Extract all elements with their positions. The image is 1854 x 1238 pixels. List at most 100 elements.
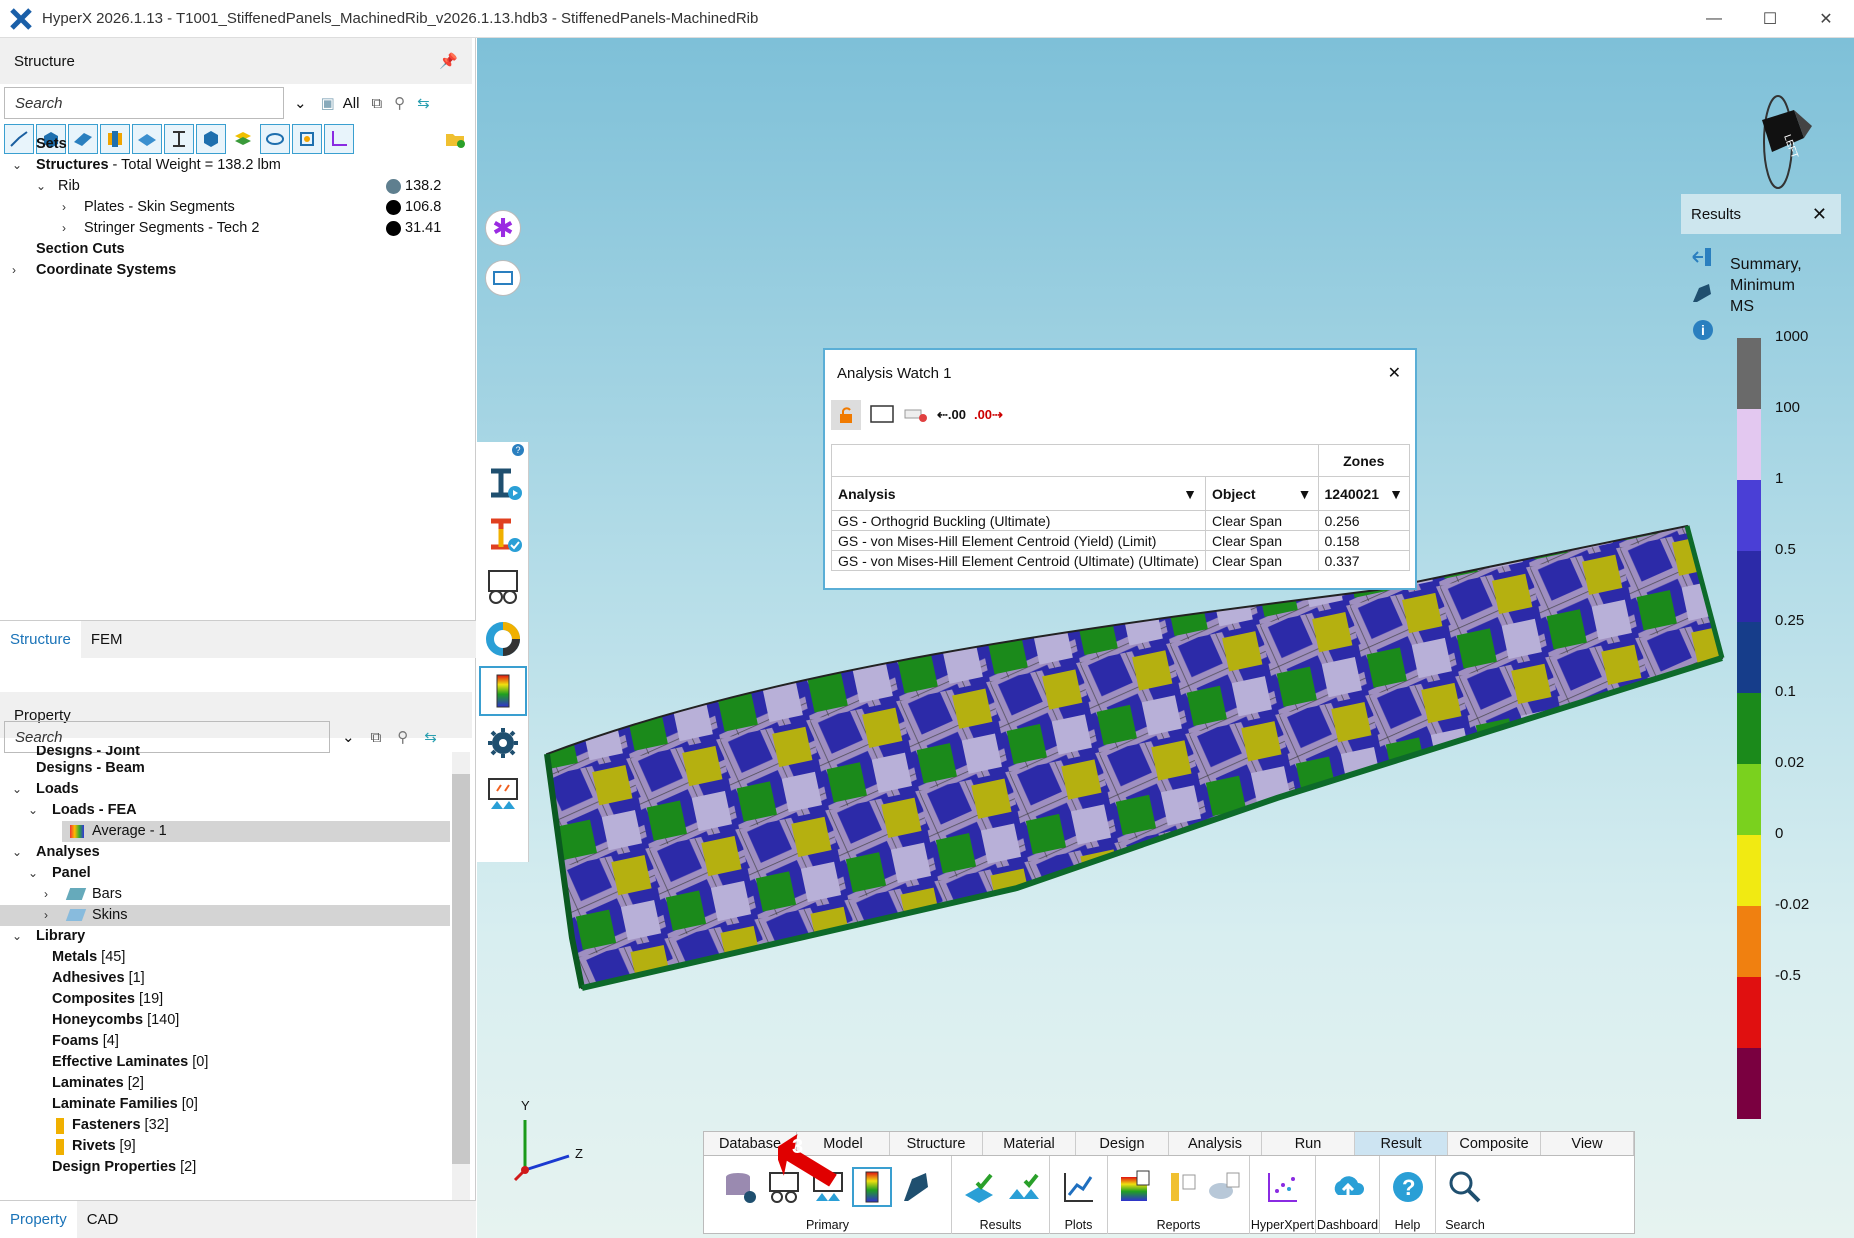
chevron-down-icon[interactable]: ⌄ — [294, 94, 307, 112]
chevron-down-icon[interactable]: ⌄ — [12, 155, 22, 176]
table-row[interactable]: GS - Orthogrid Buckling (Ultimate) Clear … — [831, 510, 1410, 531]
sync-icon[interactable]: ⇆ — [417, 94, 430, 112]
pen-tool-icon[interactable] — [1689, 280, 1715, 306]
tab-structure-ribbon[interactable]: Structure — [890, 1132, 983, 1155]
library-item-adhesives[interactable]: Adhesives [1] — [0, 968, 460, 989]
cloud-upload-icon[interactable] — [1328, 1167, 1368, 1207]
maximize-button[interactable]: ☐ — [1742, 0, 1798, 38]
library-item-laminates[interactable]: Laminates [2] — [0, 1073, 460, 1094]
column-zone[interactable]: 1240021 ▼ — [1317, 476, 1410, 511]
tree-item-structures[interactable]: ⌄ Structures - Total Weight = 138.2 lbm — [0, 155, 460, 176]
filter-icon[interactable]: ▼ — [1389, 486, 1403, 502]
tree-item-designs-beam[interactable]: Designs - Beam — [0, 758, 460, 779]
info-icon[interactable]: i — [1693, 320, 1713, 340]
group-label-reports: Reports — [1156, 1218, 1201, 1232]
library-item-fasteners[interactable]: Fasteners [32] — [0, 1115, 460, 1136]
tree-item-plates[interactable]: › Plates - Skin Segments 106.8 — [0, 197, 460, 218]
chevron-right-icon[interactable]: › — [62, 197, 66, 218]
sync-icon[interactable]: ⇆ — [424, 728, 437, 746]
tab-run[interactable]: Run — [1262, 1132, 1355, 1155]
tree-item-section-cuts[interactable]: Section Cuts — [0, 239, 460, 260]
tree-item-analyses[interactable]: ⌄ Analyses — [0, 842, 460, 863]
hierarchy-icon[interactable]: ⚲ — [397, 728, 408, 746]
filter-all-label[interactable]: All — [343, 95, 360, 112]
close-results-button[interactable]: ✕ — [1812, 204, 1827, 225]
model-viewport[interactable]: ✱ LEFT ? 1 2 — [477, 38, 1854, 1238]
database-settings-icon[interactable] — [720, 1167, 760, 1207]
library-item-effective-laminates[interactable]: Effective Laminates [0] — [0, 1052, 460, 1073]
tree-item-average[interactable]: Average - 1 — [62, 821, 450, 842]
select-window-icon[interactable] — [869, 402, 895, 428]
cube-filter-icon[interactable]: ▣ — [321, 94, 335, 112]
library-item-design-properties[interactable]: Design Properties [2] — [0, 1157, 460, 1178]
minimize-button[interactable]: — — [1686, 0, 1742, 38]
pin-icon[interactable]: 📌 — [439, 52, 458, 70]
tree-item-coordinate-systems[interactable]: › Coordinate Systems — [0, 260, 460, 281]
tree-item-sets[interactable]: Sets — [0, 134, 460, 155]
search-icon[interactable] — [1445, 1167, 1485, 1207]
collapse-arrow-icon[interactable] — [1691, 246, 1713, 268]
help-icon[interactable]: ? — [1388, 1167, 1428, 1207]
contour-legend-icon[interactable] — [851, 1167, 892, 1207]
tab-result[interactable]: Result — [1355, 1132, 1448, 1155]
joint-report-icon[interactable] — [1203, 1167, 1243, 1207]
library-item-metals[interactable]: Metals [45] — [0, 947, 460, 968]
legend-label: 0.25 — [1775, 612, 1805, 629]
filter-icon[interactable]: ▼ — [1298, 486, 1312, 502]
filter-icon[interactable]: ▼ — [1183, 486, 1197, 502]
close-watch-button[interactable]: ✕ — [1388, 363, 1401, 383]
column-object[interactable]: Object ▼ — [1204, 476, 1319, 511]
contour-report-icon[interactable] — [1115, 1167, 1155, 1207]
tree-item-panel[interactable]: ⌄ Panel — [0, 863, 460, 884]
close-window-button[interactable]: ✕ — [1798, 0, 1854, 38]
chevron-right-icon[interactable]: › — [12, 260, 16, 281]
tab-composite[interactable]: Composite — [1448, 1132, 1541, 1155]
tab-view[interactable]: View — [1541, 1132, 1634, 1155]
column-analysis[interactable]: Analysis ▼ — [831, 476, 1206, 511]
tree-item-designs-joint[interactable]: Designs - Joint — [0, 746, 460, 758]
structure-search-input[interactable]: Search — [4, 87, 284, 119]
tree-item-bars[interactable]: › Bars — [0, 884, 460, 905]
tree-item-skins[interactable]: › Skins — [0, 905, 450, 926]
line-plot-icon[interactable] — [1059, 1167, 1099, 1207]
chevron-down-icon[interactable]: ⌄ — [36, 176, 46, 197]
tab-analysis[interactable]: Analysis — [1169, 1132, 1262, 1155]
chevron-right-icon[interactable]: › — [62, 218, 66, 239]
remove-item-icon[interactable] — [903, 402, 929, 428]
library-item-laminate-families[interactable]: Laminate Families [0] — [0, 1094, 460, 1115]
tab-structure[interactable]: Structure — [0, 621, 81, 658]
results-compare-icon[interactable] — [1003, 1167, 1043, 1207]
collapse-all-icon[interactable]: ⧉ — [371, 729, 382, 746]
pen-tool-icon[interactable] — [896, 1167, 936, 1207]
library-item-foams[interactable]: Foams [4] — [0, 1031, 460, 1052]
tab-material[interactable]: Material — [983, 1132, 1076, 1155]
tab-property[interactable]: Property — [0, 1201, 77, 1238]
tree-item-rib[interactable]: ⌄ Rib 138.2 — [0, 176, 460, 197]
tree-item-library[interactable]: ⌄ Library — [0, 926, 460, 947]
unlock-icon[interactable] — [831, 400, 861, 430]
hierarchy-icon[interactable]: ⚲ — [394, 94, 405, 112]
scatter-plot-icon[interactable] — [1263, 1167, 1303, 1207]
increase-decimals-icon[interactable]: ⇠.00 — [937, 407, 966, 423]
tab-design[interactable]: Design — [1076, 1132, 1169, 1155]
tree-item-loads[interactable]: ⌄ Loads — [0, 779, 460, 800]
decrease-decimals-icon[interactable]: .00⇢ — [974, 407, 1003, 423]
library-item-honeycombs[interactable]: Honeycombs [140] — [0, 1010, 460, 1031]
finite-element-model[interactable] — [477, 38, 1854, 1238]
tree-item-stringer[interactable]: › Stringer Segments - Tech 2 31.41 — [0, 218, 460, 239]
tab-fem[interactable]: FEM — [81, 621, 133, 658]
collapse-all-icon[interactable]: ⧉ — [371, 95, 382, 112]
library-item-composites[interactable]: Composites [19] — [0, 989, 460, 1010]
chevron-down-icon[interactable]: ⌄ — [342, 728, 355, 746]
group-label-search: Search — [1445, 1218, 1485, 1232]
scrollbar-thumb[interactable] — [452, 774, 470, 1164]
fastener-report-icon[interactable] — [1159, 1167, 1199, 1207]
ribbon-group-plots: Plots — [1050, 1156, 1108, 1234]
property-scrollbar[interactable] — [452, 752, 470, 1222]
table-row[interactable]: GS - von Mises-Hill Element Centroid (Yi… — [831, 530, 1410, 551]
library-item-rivets[interactable]: Rivets [9] — [0, 1136, 460, 1157]
tab-cad[interactable]: CAD — [77, 1201, 129, 1238]
table-row[interactable]: GS - von Mises-Hill Element Centroid (Ul… — [831, 550, 1410, 571]
results-check-icon[interactable] — [959, 1167, 999, 1207]
tree-item-loads-fea[interactable]: ⌄ Loads - FEA — [0, 800, 460, 821]
